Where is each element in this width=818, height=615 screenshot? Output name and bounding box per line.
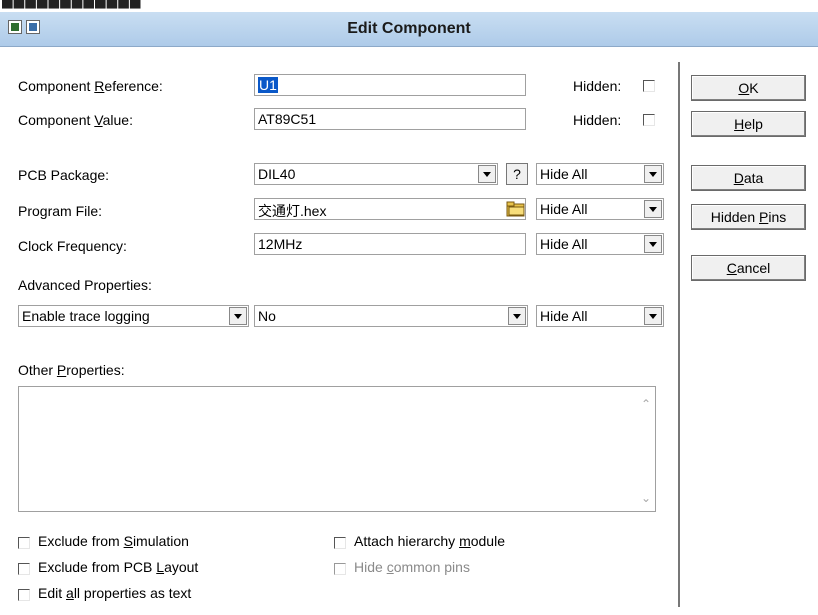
exclude-simulation-label[interactable]: Exclude from Simulation [38, 533, 189, 549]
scroll-down-icon[interactable]: ⌄ [641, 491, 651, 505]
folder-icon[interactable] [506, 200, 526, 218]
advanced-visibility-select[interactable]: Hide All [536, 305, 664, 327]
pcb-package-value: DIL40 [258, 166, 296, 182]
program-file-input[interactable]: 交通灯.hex [254, 198, 526, 220]
chevron-down-icon[interactable] [644, 235, 662, 253]
exclude-pcb-checkbox[interactable] [18, 563, 30, 575]
vertical-separator [678, 62, 680, 607]
component-value-label: Component Value: [18, 112, 133, 128]
visibility-value: Hide All [540, 201, 588, 217]
component-value-input[interactable]: AT89C51 [254, 108, 526, 130]
ok-button[interactable]: OK [691, 75, 806, 101]
hidden-reference-checkbox[interactable] [643, 80, 655, 92]
chevron-down-icon[interactable] [478, 165, 496, 183]
edit-all-properties-checkbox[interactable] [18, 589, 30, 601]
exclude-simulation-checkbox[interactable] [18, 537, 30, 549]
other-properties-textarea[interactable]: ⌃ ⌄ [18, 386, 656, 512]
visibility-value: Hide All [540, 308, 588, 324]
selected-text: U1 [258, 77, 278, 93]
advanced-properties-label: Advanced Properties: [18, 277, 152, 293]
scroll-up-icon[interactable]: ⌃ [641, 397, 651, 411]
other-properties-label: Other Properties: [18, 362, 125, 378]
component-reference-input[interactable]: U1 [254, 74, 526, 96]
edit-all-properties-label[interactable]: Edit all properties as text [38, 585, 191, 601]
advanced-value-select[interactable]: No [254, 305, 528, 327]
help-button[interactable]: Help [691, 111, 806, 137]
clock-frequency-input[interactable]: 12MHz [254, 233, 526, 255]
component-reference-label: Component Reference: [18, 78, 163, 94]
attach-hierarchy-checkbox[interactable] [334, 537, 346, 549]
chevron-down-icon[interactable] [644, 307, 662, 325]
program-file-label: Program File: [18, 203, 103, 219]
window-title: Edit Component [347, 20, 471, 37]
hide-common-pins-checkbox[interactable] [334, 563, 346, 575]
hidden-reference-label: Hidden: [573, 78, 622, 94]
cancel-button[interactable]: Cancel [691, 255, 806, 281]
title-bar: Edit Component [0, 12, 818, 47]
data-button[interactable]: Data [691, 165, 806, 191]
chevron-down-icon[interactable] [644, 165, 662, 183]
hidden-value-label: Hidden: [573, 112, 622, 128]
top-cropped-strip: ████████████ [0, 0, 818, 12]
clock-frequency-visibility-select[interactable]: Hide All [536, 233, 664, 255]
attach-hierarchy-label[interactable]: Attach hierarchy module [354, 533, 505, 549]
package-browse-button[interactable]: ? [506, 163, 528, 185]
chevron-down-icon[interactable] [229, 307, 247, 325]
hide-common-pins-label: Hide common pins [354, 559, 470, 575]
chevron-down-icon[interactable] [644, 200, 662, 218]
visibility-value: Hide All [540, 166, 588, 182]
pcb-package-label: PCB Package: [18, 167, 110, 183]
clock-frequency-label: Clock Frequency: [18, 238, 127, 254]
hidden-value-checkbox[interactable] [643, 114, 655, 126]
exclude-pcb-label[interactable]: Exclude from PCB Layout [38, 559, 198, 575]
chevron-down-icon[interactable] [508, 307, 526, 325]
cropped-text: ████████████ [2, 0, 142, 8]
program-file-visibility-select[interactable]: Hide All [536, 198, 664, 220]
advanced-property-select[interactable]: Enable trace logging [18, 305, 249, 327]
advanced-value: No [258, 308, 276, 324]
pcb-package-visibility-select[interactable]: Hide All [536, 163, 664, 185]
hidden-pins-button[interactable]: Hidden Pins [691, 204, 806, 230]
visibility-value: Hide All [540, 236, 588, 252]
pcb-package-select[interactable]: DIL40 [254, 163, 498, 185]
advanced-property-value: Enable trace logging [22, 308, 150, 324]
